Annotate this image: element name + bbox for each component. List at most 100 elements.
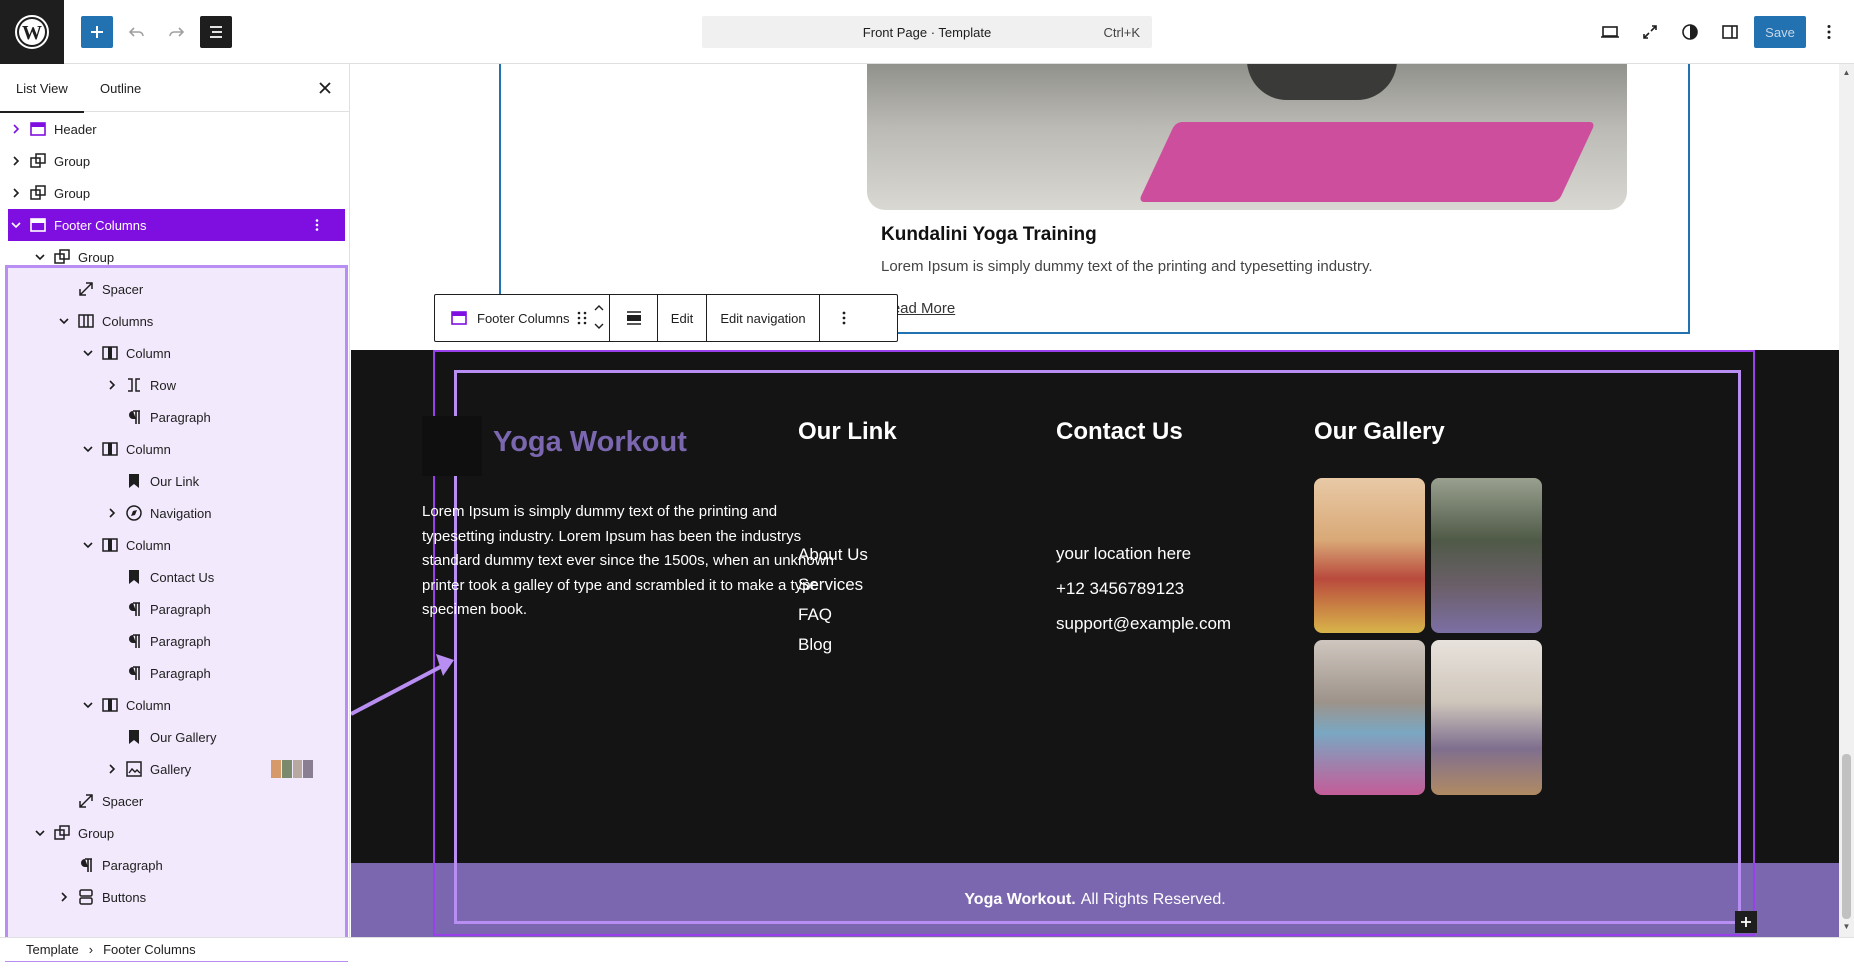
our-gallery-heading[interactable]: Our Gallery [1314,418,1445,446]
settings-sidebar-button[interactable] [1714,16,1746,48]
chevron-right-icon[interactable] [104,761,120,777]
gallery-image-3[interactable] [1314,640,1425,795]
undo-button[interactable] [121,16,153,48]
drag-handle-icon[interactable] [577,311,587,325]
spacer-icon [76,279,96,299]
command-bar[interactable]: Front Page · Template Ctrl+K [702,16,1152,48]
breadcrumb-template[interactable]: Template [26,942,79,957]
contact-location[interactable]: your location here [1056,544,1191,564]
our-link-heading[interactable]: Our Link [798,418,897,446]
list-view-item[interactable]: Header [0,113,349,145]
list-view-item[interactable]: Our Gallery [0,721,349,753]
breadcrumb-footer-columns[interactable]: Footer Columns [103,942,195,957]
footer-about-paragraph[interactable]: Lorem Ipsum is simply dummy text of the … [422,500,842,623]
chevron-down-icon[interactable] [32,825,48,841]
editor-canvas[interactable]: Kundalini Yoga Training Lorem Ipsum is s… [351,64,1839,937]
chevron-right-icon[interactable] [8,153,24,169]
footer-brand-title[interactable]: Yoga Workout [493,426,687,459]
styles-button[interactable] [1674,16,1706,48]
edit-navigation-button[interactable]: Edit navigation [707,295,820,341]
list-view-item[interactable]: Paragraph [0,625,349,657]
nav-link-faq[interactable]: FAQ [798,605,832,625]
add-block-inline-button[interactable] [1735,911,1757,933]
gallery-image-4[interactable] [1431,640,1542,795]
list-view-item[interactable]: Group [0,145,349,177]
list-view-item[interactable]: Paragraph [0,401,349,433]
chevron-down-icon[interactable] [8,217,24,233]
list-view-item[interactable]: Group [0,241,349,273]
redo-button[interactable] [160,16,192,48]
list-view-item[interactable]: Row [0,369,349,401]
add-block-button[interactable] [81,16,113,48]
chevron-down-icon[interactable] [32,249,48,265]
more-vertical-icon[interactable] [307,215,327,235]
list-view-item[interactable]: Column [0,433,349,465]
chevron-down-icon[interactable] [56,313,72,329]
block-options-button[interactable] [820,295,868,341]
canvas-scrollbar[interactable]: ▲ ▼ [1839,64,1854,937]
chevron-down-icon[interactable] [593,321,605,331]
chevron-right-icon[interactable] [8,185,24,201]
chevron-up-icon[interactable] [593,303,605,313]
list-view-item-label: Paragraph [150,601,211,617]
wordpress-icon: W [15,15,49,49]
chevron-right-icon[interactable] [8,121,24,137]
chevron-right-icon[interactable] [56,889,72,905]
list-view-item[interactable]: Paragraph [0,593,349,625]
list-view-item[interactable]: Group [0,177,349,209]
list-view-item[interactable]: Paragraph [0,849,349,881]
zoom-out-button[interactable] [1634,16,1666,48]
heading-bookmark-icon [124,471,144,491]
chevron-down-icon[interactable] [80,345,96,361]
nav-link-blog[interactable]: Blog [798,635,832,655]
contact-email[interactable]: support@example.com [1056,614,1231,634]
close-sidebar-button[interactable] [315,78,335,98]
post-title[interactable]: Kundalini Yoga Training [881,224,1097,246]
tab-outline[interactable]: Outline [84,64,157,112]
paragraph-icon [124,599,144,619]
list-view-item[interactable]: Group [0,817,349,849]
list-view-item-label: Paragraph [150,409,211,425]
chevron-right-icon[interactable] [104,377,120,393]
site-logo[interactable] [422,416,482,476]
chevron-down-icon[interactable] [80,697,96,713]
save-button[interactable]: Save [1754,16,1806,48]
options-button[interactable] [1813,16,1845,48]
list-view-item[interactable]: Columns [0,305,349,337]
scroll-down-arrow[interactable]: ▼ [1842,922,1851,932]
device-preview-button[interactable] [1594,16,1626,48]
tab-list-view[interactable]: List View [0,64,84,113]
list-view-item-label: Contact Us [150,569,215,585]
paragraph-icon [124,407,144,427]
document-overview-button[interactable] [200,16,232,48]
contact-us-heading[interactable]: Contact Us [1056,418,1183,446]
list-view-item[interactable]: Spacer [0,785,349,817]
chevron-right-icon[interactable] [104,505,120,521]
align-button[interactable] [610,295,658,341]
list-view-item-label: Row [150,377,177,393]
list-view-item[interactable]: Contact Us [0,561,349,593]
chevron-down-icon[interactable] [80,441,96,457]
contact-phone[interactable]: +12 3456789123 [1056,579,1184,599]
list-view-item[interactable]: Spacer [0,273,349,305]
list-view-item[interactable]: Footer Columns [8,209,345,241]
scroll-up-arrow[interactable]: ▲ [1842,68,1851,78]
gallery-image-2[interactable] [1431,478,1542,633]
list-view-item[interactable]: Navigation [0,497,349,529]
list-view-item[interactable]: Gallery [0,753,349,785]
list-view-item[interactable]: Column [0,529,349,561]
wordpress-logo-button[interactable]: W [0,0,64,64]
block-switcher[interactable]: Footer Columns [435,295,610,341]
scroll-thumb[interactable] [1842,754,1851,919]
list-view-item[interactable]: Paragraph [0,657,349,689]
list-view-item[interactable]: Buttons [0,881,349,913]
chevron-down-icon[interactable] [80,537,96,553]
edit-button[interactable]: Edit [658,295,707,341]
list-view-item[interactable]: Column [0,337,349,369]
nav-link-services[interactable]: Services [798,575,863,595]
list-view-item[interactable]: Column [0,689,349,721]
editor-header: W Front Page · Template Ctrl+K Save [0,0,1854,64]
list-view-item[interactable]: Our Link [0,465,349,497]
nav-link-about-us[interactable]: About Us [798,545,868,565]
gallery-image-1[interactable] [1314,478,1425,633]
